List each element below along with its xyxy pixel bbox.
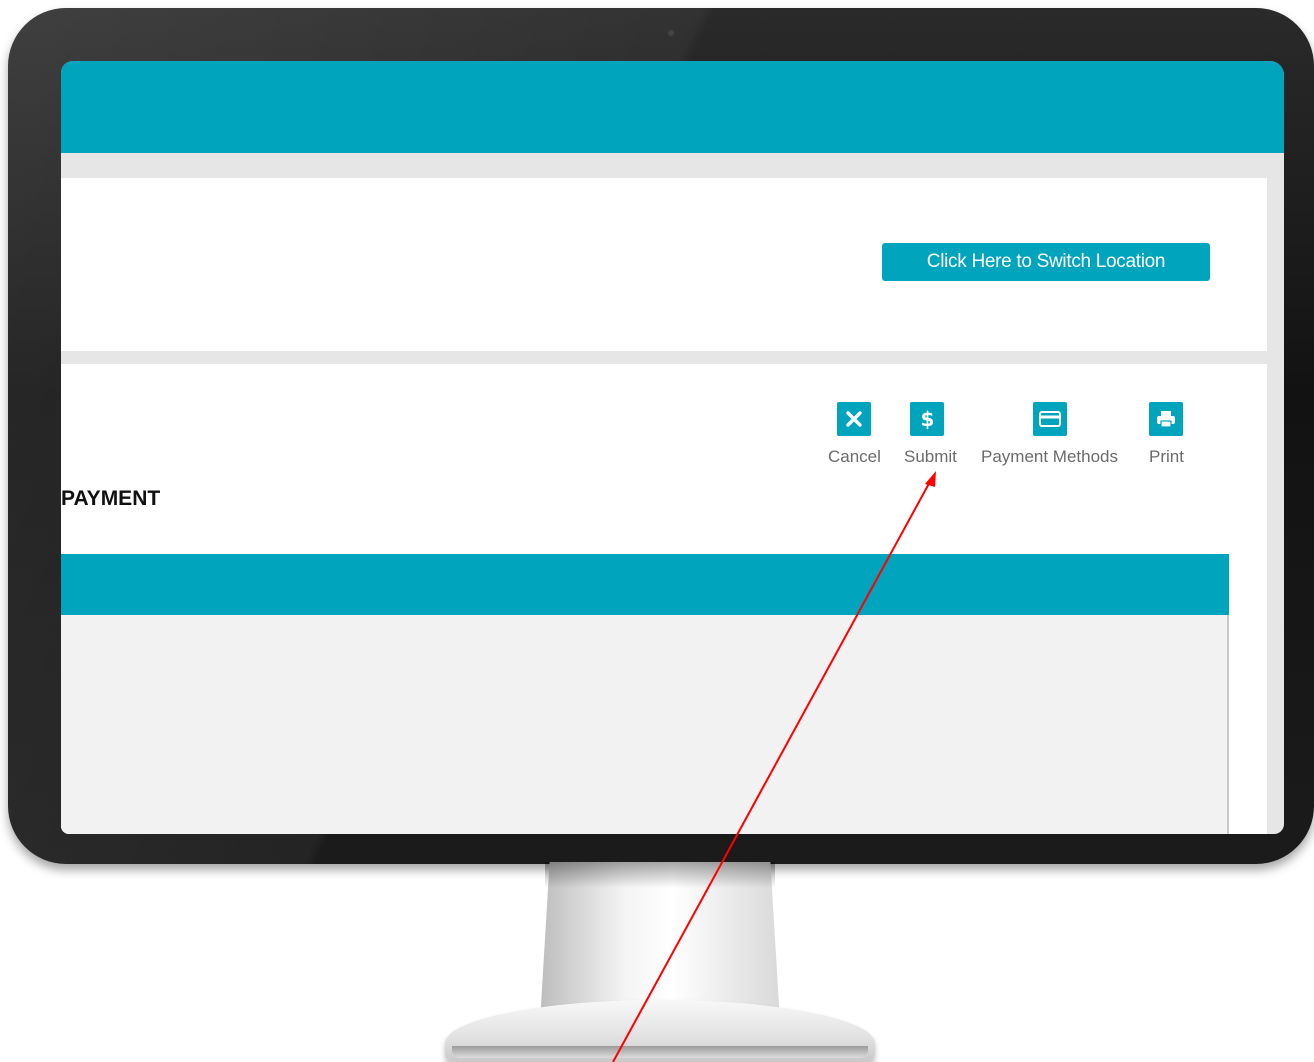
neck-shadow bbox=[545, 862, 775, 888]
printer-icon[interactable] bbox=[1149, 402, 1184, 436]
submit-label: Submit bbox=[904, 447, 957, 466]
credit-card-icon[interactable] bbox=[1032, 402, 1067, 436]
close-icon[interactable] bbox=[837, 402, 872, 436]
webcam-dot bbox=[668, 30, 674, 36]
monitor-bezel: Click Here to Switch Location Cancel $ S… bbox=[8, 8, 1314, 864]
location-panel: Click Here to Switch Location bbox=[61, 178, 1267, 351]
submit-action[interactable]: $ Submit bbox=[904, 402, 957, 467]
grid-body bbox=[61, 615, 1229, 834]
payment-panel: Cancel $ Submit Payment Methods Print PA… bbox=[61, 364, 1267, 834]
cancel-label: Cancel bbox=[828, 447, 881, 466]
stand-rim bbox=[452, 1046, 868, 1058]
app-header-bar bbox=[61, 61, 1284, 153]
print-action[interactable]: Print bbox=[1149, 402, 1184, 467]
print-label: Print bbox=[1149, 447, 1184, 466]
payment-methods-label: Payment Methods bbox=[981, 447, 1119, 466]
monitor-screen: Click Here to Switch Location Cancel $ S… bbox=[61, 61, 1284, 834]
payment-methods-action[interactable]: Payment Methods bbox=[981, 402, 1118, 467]
switch-location-button[interactable]: Click Here to Switch Location bbox=[882, 243, 1210, 281]
dollar-icon[interactable]: $ bbox=[910, 402, 945, 436]
section-title: PAYMENT bbox=[61, 487, 161, 510]
cancel-action[interactable]: Cancel bbox=[828, 402, 881, 467]
grid-header bbox=[61, 554, 1229, 615]
